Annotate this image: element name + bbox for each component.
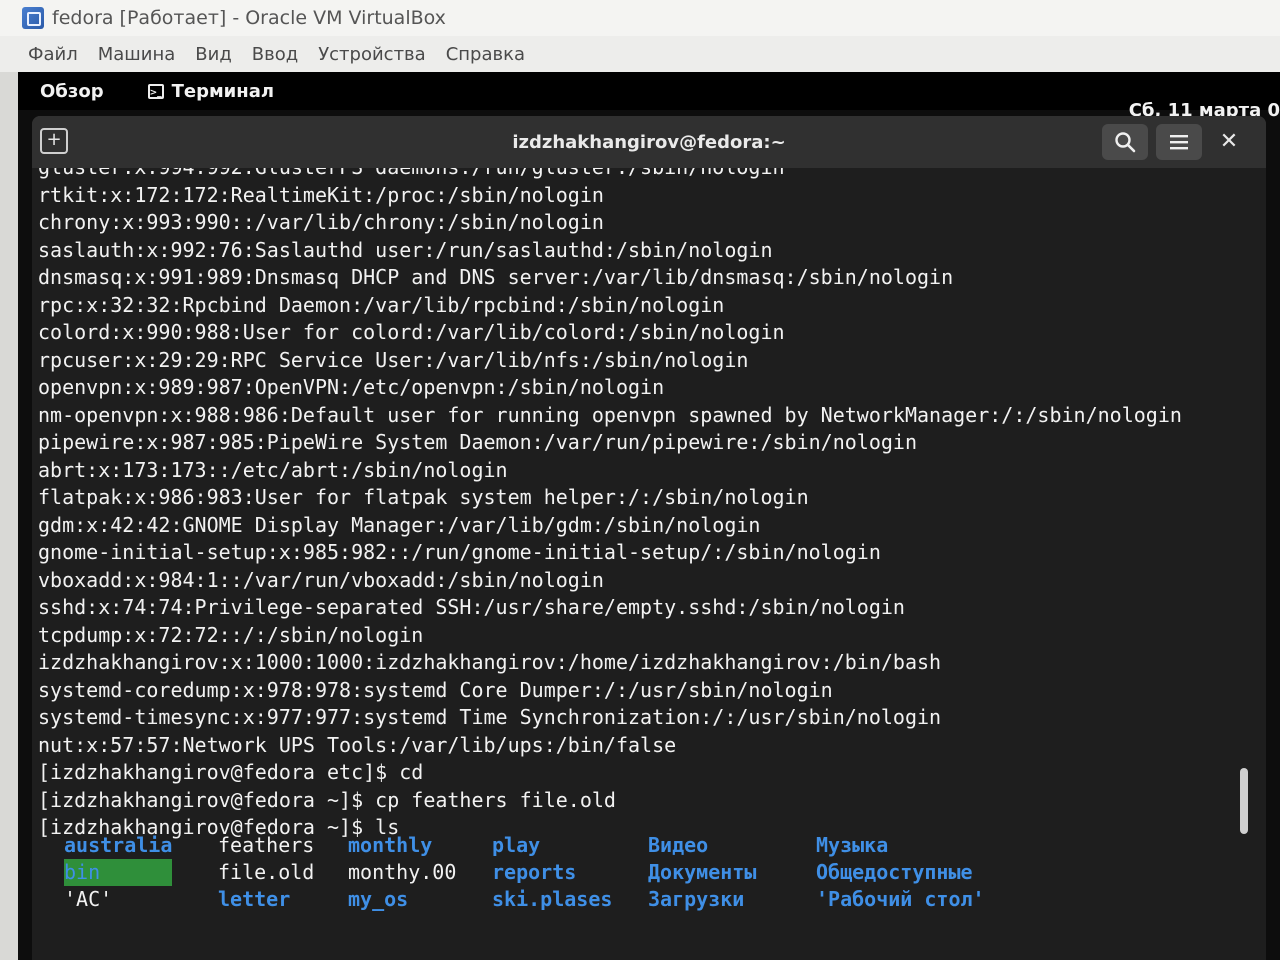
vbox-titlebar: fedora [Работает] - Oracle VM VirtualBox (0, 0, 1280, 36)
terminal-title: izdzhakhangirov@fedora:~ (512, 132, 786, 153)
terminal-lines: gluster:x:994:992:GlusterFS daemons:/run… (38, 168, 1182, 842)
app-menu[interactable]: >_ Терминал (147, 80, 275, 102)
terminal-line: chrony:x:993:990::/var/lib/chrony:/sbin/… (38, 210, 604, 234)
menu-machine[interactable]: Машина (98, 44, 176, 65)
ls-entry: 'Рабочий стол' (816, 887, 985, 911)
app-name: Терминал (171, 80, 275, 102)
terminal-icon: >_ (147, 83, 164, 99)
terminal-line: openvpn:x:989:987:OpenVPN:/etc/openvpn:/… (38, 375, 665, 399)
ls-entry: australia (64, 833, 173, 857)
ls-entry: 'AC' (64, 887, 113, 911)
terminal-line: rtkit:x:172:172:RealtimeKit:/proc:/sbin/… (38, 182, 604, 207)
ls-column: australia bin 'AC' (64, 832, 173, 913)
terminal-output[interactable]: gluster:x:994:992:GlusterFS daemons:/run… (32, 168, 1266, 960)
terminal-line: tcpdump:x:72:72::/:/sbin/nologin (38, 622, 424, 647)
ls-entry: Загрузки (648, 887, 745, 911)
search-icon (1115, 132, 1136, 153)
scrollbar[interactable] (1240, 768, 1248, 834)
terminal-window: + izdzhakhangirov@fedora:~ ✕ gluster (32, 116, 1266, 960)
menu-view[interactable]: Вид (195, 44, 232, 65)
terminal-line: saslauth:x:992:76:Saslauthd user:/run/sa… (38, 237, 773, 262)
ls-entry: ski.plases (492, 887, 613, 911)
terminal-line: gnome-initial-setup:x:985:982::/run/gnom… (38, 540, 881, 564)
ls-entry: Документы (648, 860, 757, 884)
ls-column: Видео Документы Загрузки (648, 832, 756, 913)
menu-input[interactable]: Ввод (252, 44, 298, 65)
terminal-line: gdm:x:42:42:GNOME Display Manager:/var/l… (38, 512, 761, 537)
ls-entry: monthly (348, 833, 433, 857)
ls-entry: monthy.00 (348, 860, 457, 884)
ls-entry: feathers (218, 833, 315, 857)
terminal-line: nm-openvpn:x:988:986:Default user for ru… (38, 402, 1182, 427)
activities-button[interactable]: Обзор (40, 81, 104, 102)
ls-entry: play (492, 833, 541, 857)
window-title: fedora [Работает] - Oracle VM VirtualBox (52, 7, 446, 29)
close-button[interactable]: ✕ (1214, 128, 1244, 158)
terminal-line: izdzhakhangirov:x:1000:1000:izdzhakhangi… (38, 650, 942, 674)
ls-entry: bin (64, 859, 173, 886)
terminal-line: vboxadd:x:984:1::/var/run/vboxadd:/sbin/… (38, 567, 604, 592)
terminal-line: pipewire:x:987:985:PipeWire System Daemo… (38, 430, 917, 454)
terminal-line: flatpak:x:986:983:User for flatpak syste… (38, 485, 809, 509)
terminal-line: nut:x:57:57:Network UPS Tools:/var/lib/u… (38, 732, 677, 757)
ls-entry: Общедоступные (816, 860, 973, 884)
ls-entry: Музыка (816, 833, 889, 857)
search-button[interactable] (1102, 124, 1148, 160)
guest-screen: Обзор >_ Терминал Сб, 11 марта 0 + izdzh… (18, 72, 1280, 960)
virtualbox-icon (22, 7, 44, 29)
hamburger-icon (1170, 135, 1188, 150)
terminal-line: rpc:x:32:32:Rpcbind Daemon:/var/lib/rpcb… (38, 292, 725, 317)
menu-devices[interactable]: Устройства (318, 44, 426, 65)
terminal-line: gluster:x:994:992:GlusterFS daemons:/run… (38, 168, 1182, 182)
ls-entry: my_os (348, 887, 409, 911)
terminal-line: colord:x:990:988:User for colord:/var/li… (38, 320, 785, 344)
ls-column: monthly monthy.00 my_os (348, 832, 456, 913)
ls-entry: Видео (648, 833, 709, 857)
terminal-line: [izdzhakhangirov@fedora ~]$ cp feathers … (38, 787, 616, 812)
ls-column: Музыка Общедоступные 'Рабочий стол' (816, 832, 985, 913)
terminal-line: systemd-coredump:x:978:978:systemd Core … (38, 677, 833, 702)
ls-entry: reports (492, 860, 577, 884)
menu-help[interactable]: Справка (446, 44, 525, 65)
menu-button[interactable] (1156, 124, 1202, 160)
terminal-line: abrt:x:173:173::/etc/abrt:/sbin/nologin (38, 457, 508, 482)
terminal-line: [izdzhakhangirov@fedora etc]$ cd (38, 760, 424, 784)
gnome-topbar: Обзор >_ Терминал Сб, 11 марта 0 (18, 72, 1280, 121)
terminal-line: rpcuser:x:29:29:RPC Service User:/var/li… (38, 347, 749, 372)
ls-column: play reports ski.plases (492, 832, 612, 913)
terminal-headerbar: + izdzhakhangirov@fedora:~ ✕ (32, 116, 1266, 169)
terminal-line: systemd-timesync:x:977:977:systemd Time … (38, 705, 942, 729)
ls-entry: letter (218, 887, 291, 911)
terminal-line: sshd:x:74:74:Privilege-separated SSH:/us… (38, 595, 905, 619)
ls-column: feathers file.old letter (218, 832, 314, 913)
vbox-menubar: Файл Машина Вид Ввод Устройства Справка (0, 36, 1280, 72)
close-icon: ✕ (1219, 129, 1239, 154)
menu-file[interactable]: Файл (28, 44, 78, 65)
ls-entry: file.old (218, 860, 315, 884)
terminal-line: dnsmasq:x:991:989:Dnsmasq DHCP and DNS s… (38, 265, 954, 289)
